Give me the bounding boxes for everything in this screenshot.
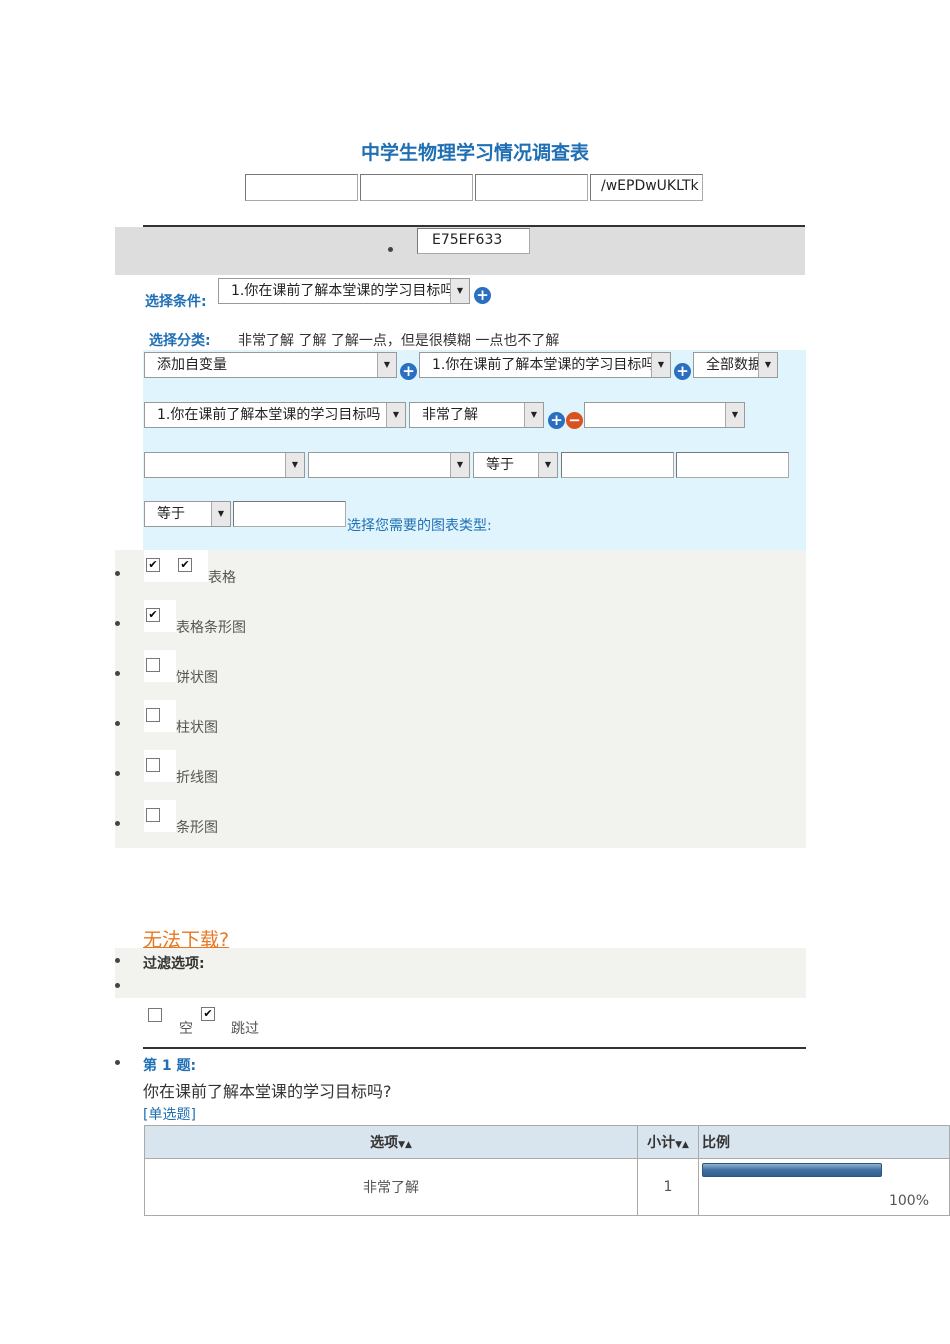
chevron-down-icon: ▼ bbox=[386, 403, 405, 427]
header-count[interactable]: 小计▼▲ bbox=[637, 1125, 699, 1159]
chevron-down-icon: ▼ bbox=[450, 279, 469, 303]
count-cell: 1 bbox=[637, 1158, 699, 1216]
chart-type-checkbox[interactable] bbox=[146, 808, 160, 822]
chart-type-label: 表格条形图 bbox=[176, 620, 246, 636]
top-field-3[interactable] bbox=[475, 174, 588, 201]
question-number: 第 1 题: bbox=[143, 1058, 197, 1074]
add-filter-icon[interactable]: + bbox=[548, 412, 565, 429]
bullet bbox=[115, 671, 120, 676]
condition-select[interactable]: 1.你在课前了解本堂课的学习目标吗 ▼ bbox=[218, 278, 470, 304]
chart-type-checkbox[interactable]: ✔ bbox=[146, 558, 160, 572]
bullet bbox=[115, 571, 120, 576]
data-select[interactable]: 全部数据 ▼ bbox=[693, 352, 778, 378]
question-text: 你在课前了解本堂课的学习目标吗? bbox=[143, 1082, 392, 1101]
chevron-down-icon: ▼ bbox=[538, 453, 557, 477]
results-table: 选项▼▲ 小计▼▲ 比例 非常了解 1 100% bbox=[144, 1125, 950, 1216]
chart-type-label: 折线图 bbox=[176, 770, 218, 786]
chevron-down-icon: ▼ bbox=[285, 453, 304, 477]
bullet bbox=[115, 1060, 120, 1065]
chevron-down-icon: ▼ bbox=[211, 502, 230, 526]
chart-type-checkbox[interactable] bbox=[146, 758, 160, 772]
chevron-down-icon: ▼ bbox=[725, 403, 744, 427]
filter-option-select[interactable]: 非常了解 ▼ bbox=[409, 402, 544, 428]
chart-type-label: 选择您需要的图表类型: bbox=[347, 518, 492, 534]
add-condition-icon[interactable]: + bbox=[474, 287, 491, 304]
sort-icon[interactable]: ▼▲ bbox=[398, 1140, 412, 1150]
percent-bar bbox=[702, 1163, 882, 1177]
data-select-value: 全部数据 bbox=[706, 357, 762, 373]
bullet bbox=[115, 721, 120, 726]
table-all-checkbox[interactable]: ✔ bbox=[178, 558, 192, 572]
chevron-down-icon: ▼ bbox=[524, 403, 543, 427]
page: 中学生物理学习情况调查表 /wEPDwUKLTk E75EF633 选择条件: … bbox=[0, 0, 950, 1344]
bullet bbox=[115, 983, 120, 988]
page-title: 中学生物理学习情况调查表 bbox=[360, 142, 589, 164]
sort-icon[interactable]: ▼▲ bbox=[675, 1140, 689, 1150]
variable-select[interactable]: 添加自变量 ▼ bbox=[144, 352, 397, 378]
condition-select-value: 1.你在课前了解本堂课的学习目标吗 bbox=[231, 283, 455, 299]
chevron-down-icon: ▼ bbox=[651, 353, 670, 377]
variable-select-value: 添加自变量 bbox=[157, 357, 227, 373]
filter-options-panel bbox=[115, 948, 806, 998]
empty-label: 空 bbox=[179, 1021, 193, 1037]
header-percent: 比例 bbox=[698, 1125, 950, 1159]
chart-type-checkbox[interactable] bbox=[146, 708, 160, 722]
bullet bbox=[115, 821, 120, 826]
remove-filter-icon[interactable]: − bbox=[566, 412, 583, 429]
row3-select-1[interactable]: ▼ bbox=[144, 452, 305, 478]
add-variable-icon[interactable]: + bbox=[400, 363, 417, 380]
chart-type-label: 饼状图 bbox=[176, 670, 218, 686]
percent-bar-track bbox=[702, 1163, 882, 1177]
top-field-4[interactable]: /wEPDwUKLTk bbox=[590, 174, 703, 201]
divider bbox=[143, 1047, 806, 1049]
bullet bbox=[115, 958, 120, 963]
question-type: [单选题] bbox=[143, 1107, 196, 1123]
category-values: 非常了解 了解 了解一点，但是很模糊 一点也不了解 bbox=[238, 333, 560, 349]
filter-question-select[interactable]: 1.你在课前了解本堂课的学习目标吗 ▼ bbox=[144, 402, 406, 428]
chevron-down-icon: ▼ bbox=[377, 353, 396, 377]
hidden-field[interactable]: E75EF633 bbox=[417, 228, 530, 254]
row3-value-1[interactable] bbox=[561, 452, 674, 478]
chart-type-label: 柱状图 bbox=[176, 720, 218, 736]
filter-question-value: 1.你在课前了解本堂课的学习目标吗 bbox=[157, 407, 381, 423]
bullet bbox=[115, 771, 120, 776]
option-cell: 非常了解 bbox=[144, 1158, 638, 1216]
table-row: 非常了解 1 100% bbox=[144, 1158, 950, 1216]
chevron-down-icon: ▼ bbox=[758, 353, 777, 377]
percent-cell: 100% bbox=[698, 1158, 950, 1216]
skip-checkbox[interactable]: ✔ bbox=[201, 1007, 215, 1021]
top-field-2[interactable] bbox=[360, 174, 473, 201]
header-option[interactable]: 选项▼▲ bbox=[144, 1125, 638, 1159]
filter-options-label: 过滤选项: bbox=[143, 956, 205, 972]
row4-value[interactable] bbox=[233, 501, 346, 527]
category-label: 选择分类: bbox=[149, 333, 211, 349]
add-question-icon[interactable]: + bbox=[674, 363, 691, 380]
bullet bbox=[388, 247, 393, 252]
row3-operator-select[interactable]: 等于 ▼ bbox=[473, 452, 558, 478]
question-select-value: 1.你在课前了解本堂课的学习目标吗 bbox=[432, 357, 656, 373]
filter-extra-select[interactable]: ▼ bbox=[584, 402, 745, 428]
empty-checkbox[interactable] bbox=[148, 1008, 162, 1022]
chart-type-label: 表格 bbox=[208, 570, 236, 586]
question-select[interactable]: 1.你在课前了解本堂课的学习目标吗 ▼ bbox=[419, 352, 671, 378]
chart-type-checkbox[interactable]: ✔ bbox=[146, 608, 160, 622]
row3-operator-value: 等于 bbox=[486, 457, 514, 473]
row3-value-2[interactable] bbox=[676, 452, 789, 478]
row4-operator-value: 等于 bbox=[157, 506, 185, 522]
row4-operator-select[interactable]: 等于 ▼ bbox=[144, 501, 231, 527]
percent-value: 100% bbox=[888, 1193, 929, 1209]
chart-type-checkbox[interactable] bbox=[146, 658, 160, 672]
top-field-1[interactable] bbox=[245, 174, 358, 201]
chevron-down-icon: ▼ bbox=[450, 453, 469, 477]
filter-option-value: 非常了解 bbox=[422, 407, 478, 423]
skip-label: 跳过 bbox=[231, 1021, 259, 1037]
chart-type-label: 条形图 bbox=[176, 820, 218, 836]
condition-label: 选择条件: bbox=[145, 294, 207, 310]
chart-type-panel bbox=[115, 550, 806, 848]
bullet bbox=[115, 621, 120, 626]
row3-select-2[interactable]: ▼ bbox=[308, 452, 470, 478]
